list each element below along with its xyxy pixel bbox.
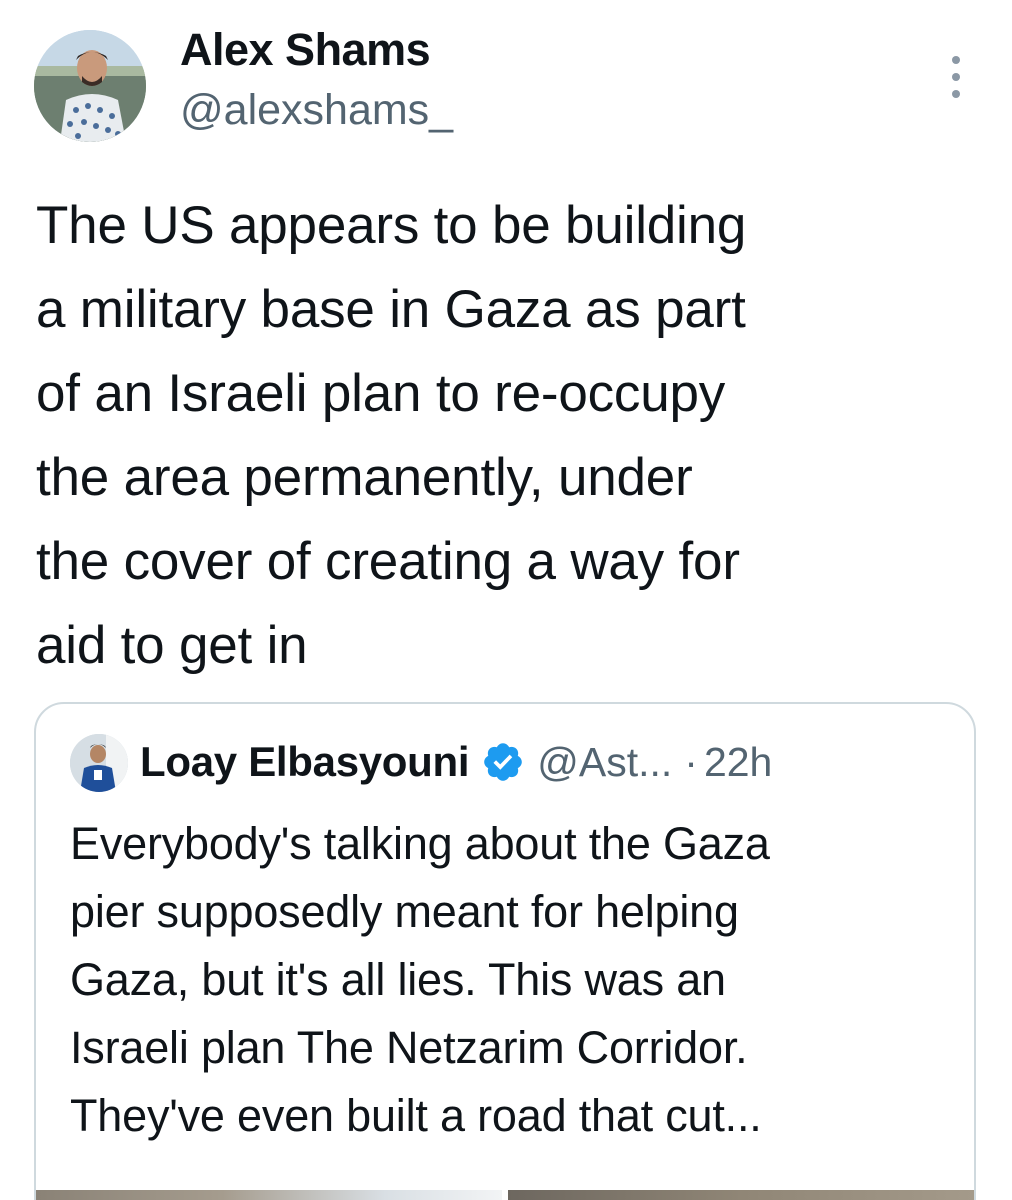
more-vertical-icon (952, 56, 960, 64)
tweet-screenshot: Alex Shams @alexshams_ The US appears to… (0, 0, 1012, 1200)
media-image[interactable] (36, 1190, 502, 1200)
quoted-author-handle[interactable]: @Ast... (537, 739, 672, 786)
profile-photo-icon (70, 734, 128, 792)
quoted-author-display-name[interactable]: Loay Elbasyouni (140, 738, 470, 786)
author-display-name[interactable]: Alex Shams (180, 24, 431, 76)
author-avatar[interactable] (34, 30, 146, 142)
more-options-button[interactable] (938, 52, 974, 102)
quoted-tweet-card[interactable]: Loay Elbasyouni @Ast... · 22h Everybody'… (34, 702, 976, 1200)
tweet-text: The US appears to be building a military… (36, 196, 747, 675)
verified-badge-icon (481, 740, 525, 784)
quoted-tweet-text: Everybody's talking about the Gaza pier … (70, 818, 770, 1141)
header-separator: · (684, 738, 698, 785)
profile-photo-icon (34, 30, 146, 142)
quoted-tweet-media[interactable] (36, 1190, 974, 1200)
quoted-author-avatar[interactable] (70, 734, 128, 792)
author-handle[interactable]: @alexshams_ (180, 86, 453, 135)
media-image[interactable] (508, 1190, 974, 1200)
quoted-tweet-header: Loay Elbasyouni @Ast... · 22h (140, 730, 772, 794)
more-vertical-icon-dot (952, 73, 960, 81)
more-vertical-icon-dot (952, 90, 960, 98)
quoted-tweet-timestamp[interactable]: 22h (704, 739, 772, 786)
